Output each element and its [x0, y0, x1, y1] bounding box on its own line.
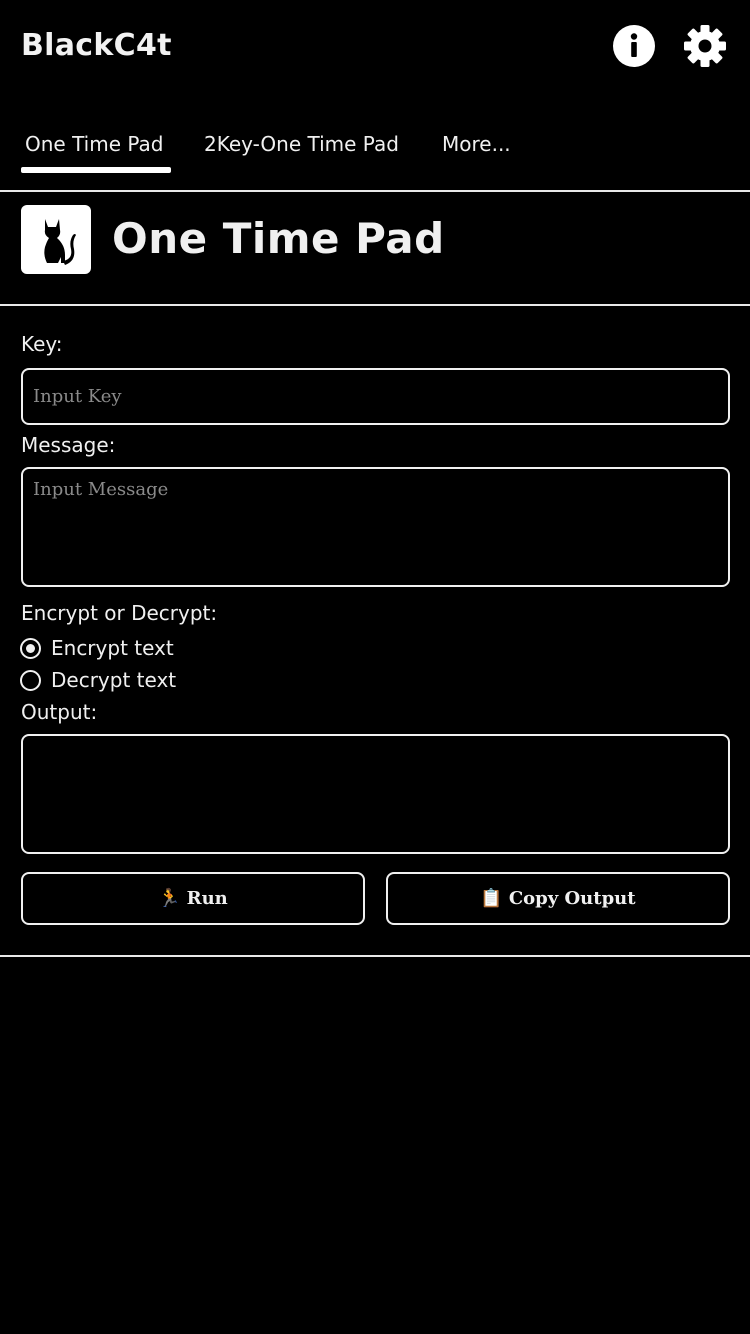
- key-input[interactable]: [21, 368, 730, 425]
- radio-dot: [26, 644, 35, 653]
- key-label: Key:: [21, 332, 63, 356]
- gear-icon: [684, 25, 726, 67]
- app-logo: [21, 205, 91, 274]
- active-tab-indicator: [21, 167, 171, 173]
- run-button[interactable]: 🏃 Run: [21, 872, 365, 925]
- divider: [0, 190, 750, 192]
- tab-more[interactable]: More...: [442, 132, 511, 156]
- divider: [0, 304, 750, 306]
- output-label: Output:: [21, 700, 98, 724]
- runner-icon: 🏃: [158, 888, 181, 909]
- radio-button-selected[interactable]: [20, 638, 41, 659]
- message-label: Message:: [21, 433, 116, 457]
- radio-button-unselected[interactable]: [20, 670, 41, 691]
- clipboard-icon: 📋: [480, 888, 503, 909]
- tab-2key-one-time-pad[interactable]: 2Key-One Time Pad: [204, 132, 399, 156]
- encrypt-radio-label: Encrypt text: [51, 636, 174, 660]
- page-title: One Time Pad: [112, 214, 445, 263]
- top-app-bar: BlackC4t: [0, 0, 750, 96]
- decrypt-radio-label: Decrypt text: [51, 668, 177, 692]
- output-textarea[interactable]: [21, 734, 730, 854]
- divider: [0, 955, 750, 957]
- copy-output-button[interactable]: 📋 Copy Output: [386, 872, 730, 925]
- copy-output-button-label: Copy Output: [508, 888, 636, 909]
- settings-button[interactable]: [683, 24, 727, 68]
- tab-one-time-pad[interactable]: One Time Pad: [25, 132, 164, 156]
- app-root: BlackC4t One Time Pad 2Key-One Time Pad …: [0, 0, 750, 1334]
- message-input[interactable]: [21, 467, 730, 587]
- info-button[interactable]: [612, 24, 656, 68]
- mode-label: Encrypt or Decrypt:: [21, 601, 218, 625]
- cat-icon: [44, 219, 76, 265]
- info-circle-icon: [613, 25, 655, 67]
- app-title: BlackC4t: [21, 28, 172, 63]
- run-button-label: Run: [186, 888, 228, 909]
- tab-bar: One Time Pad 2Key-One Time Pad More...: [0, 120, 750, 190]
